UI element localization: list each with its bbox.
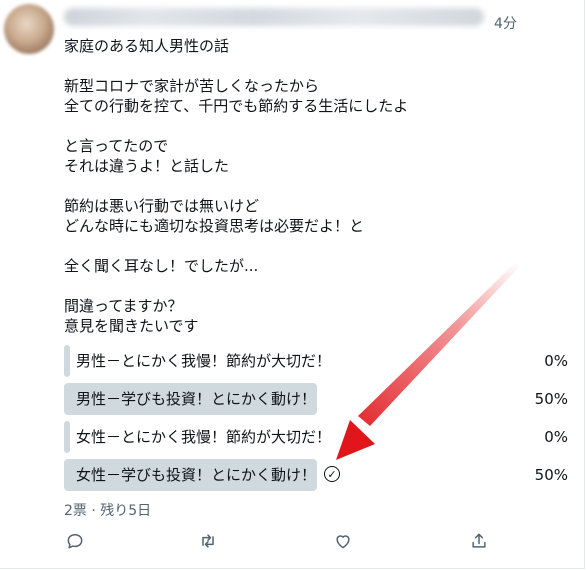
tweet-time[interactable]: 4分 <box>494 13 517 33</box>
like-icon <box>336 535 350 549</box>
retweet-button[interactable] <box>197 530 219 552</box>
poll-option: 女性－学びも投資！とにかく動け！ 50% ✓ <box>64 459 574 491</box>
share-icon <box>472 533 486 548</box>
tweet-text-line: 家庭のある知人男性の話 <box>64 37 230 55</box>
blurred-username <box>64 8 484 26</box>
tweet-text-line: と言ってたので <box>64 137 169 155</box>
reply-button[interactable] <box>64 530 86 552</box>
tweet-text-line: 間違ってますか？ <box>64 297 183 315</box>
tweet-text-line: 意見を聞きたいです <box>64 317 199 335</box>
poll-option-percent: 50% <box>534 466 568 484</box>
poll-option-label: 女性－とにかく我慢！節約が大切だ！ <box>76 428 332 446</box>
poll-option: 女性－とにかく我慢！節約が大切だ！ 0% <box>64 421 574 453</box>
poll-option-label: 男性－学びも投資！とにかく動け！ <box>76 390 317 408</box>
poll-option: 男性－とにかく我慢！節約が大切だ！ 0% <box>64 345 574 377</box>
avatar[interactable] <box>4 4 54 54</box>
poll-result-bar <box>64 421 70 453</box>
share-button[interactable] <box>468 530 490 552</box>
retweet-icon <box>202 534 214 548</box>
poll: 男性－とにかく我慢！節約が大切だ！ 0% 男性－学びも投資！とにかく動け！ 50% 女性… <box>64 345 574 497</box>
like-button[interactable] <box>332 530 354 552</box>
poll-option-percent: 0% <box>544 428 568 446</box>
action-bar <box>64 530 494 552</box>
tweet-text-line: どんな時にも適切な投資思考は必要だよ！と <box>64 217 365 235</box>
poll-option-label: 男性－とにかく我慢！節約が大切だ！ <box>76 352 332 370</box>
tweet-text-line: それは違うよ！と話した <box>64 157 230 175</box>
voted-check-icon: ✓ <box>324 466 340 482</box>
reply-icon <box>67 534 83 549</box>
tweet-text-line: 節約は悪い行動では無いけど <box>64 197 260 215</box>
tweet-text-line: 新型コロナで家計が苦しくなったから <box>64 77 320 95</box>
poll-option: 男性－学びも投資！とにかく動け！ 50% <box>64 383 574 415</box>
poll-option-label: 女性－学びも投資！とにかく動け！ <box>76 466 317 484</box>
tweet-text-line: 全く聞く耳なし！でしたが... <box>64 257 259 275</box>
poll-result-bar <box>64 345 70 377</box>
poll-option-percent: 50% <box>534 390 568 408</box>
tweet-text: 家庭のある知人男性の話新型コロナで家計が苦しくなったから全ての行動を控て、千円で… <box>64 36 564 336</box>
tweet-text-line: 全ての行動を控て、千円でも節約する生活にしたよ <box>64 97 409 115</box>
poll-option-percent: 0% <box>544 352 568 370</box>
poll-summary: 2票 · 残り5日 <box>64 503 152 519</box>
